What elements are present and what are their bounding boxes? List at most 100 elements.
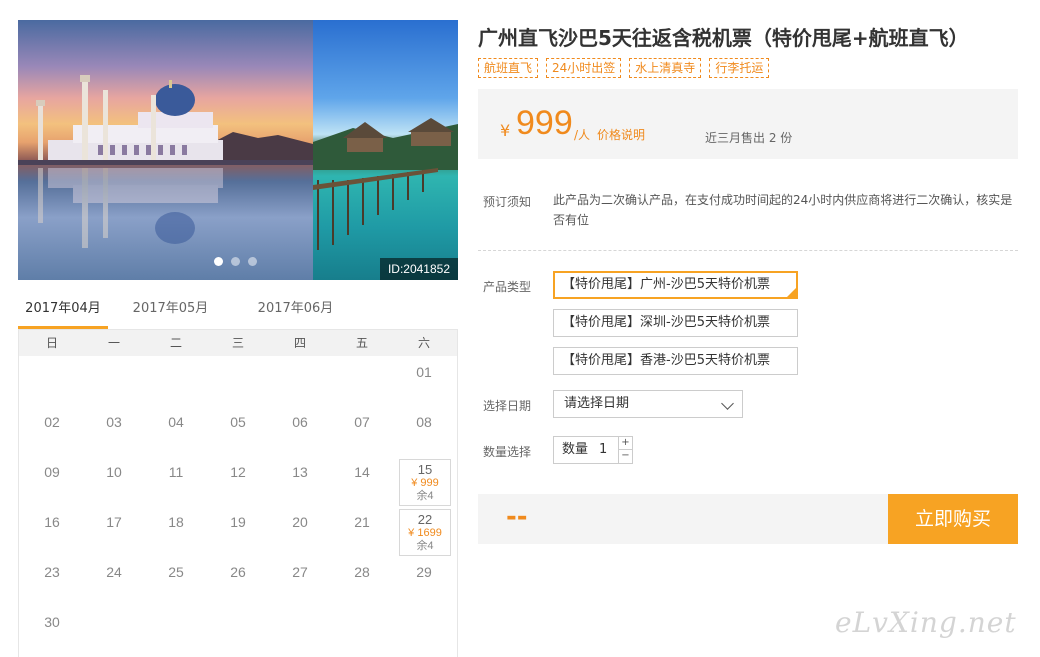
calendar-day: 09 bbox=[21, 456, 83, 506]
calendar-day: 27 bbox=[269, 556, 331, 606]
calendar-day: 13 bbox=[269, 456, 331, 506]
calendar-day-number: 11 bbox=[168, 464, 184, 480]
calendar-day-number: 25 bbox=[168, 564, 184, 580]
date-select-value: 请选择日期 bbox=[564, 396, 630, 411]
price-explanation-link[interactable]: 价格说明 bbox=[597, 126, 645, 143]
product-type-label: 产品类型 bbox=[483, 280, 532, 294]
calendar-day: 21 bbox=[331, 506, 393, 556]
calendar-day: 04 bbox=[145, 406, 207, 456]
calendar-day: 18 bbox=[145, 506, 207, 556]
quantity-value[interactable]: 1 bbox=[599, 437, 607, 463]
calendar-day-number: 28 bbox=[354, 564, 370, 580]
calendar-day-number: 26 bbox=[230, 564, 246, 580]
quantity-field-label: 数量 bbox=[562, 442, 589, 457]
calendar-day: 23 bbox=[21, 556, 83, 606]
calendar-day-number: 29 bbox=[416, 564, 432, 580]
product-tag: 航班直飞 bbox=[478, 58, 539, 78]
calendar-day-price: ¥ 999 bbox=[411, 477, 439, 489]
calendar-day-available[interactable]: 15 ¥ 999 余4 bbox=[399, 459, 451, 506]
gallery-dot-1[interactable] bbox=[214, 257, 223, 266]
price-currency: ¥ bbox=[500, 121, 511, 140]
section-divider bbox=[478, 250, 1018, 251]
calendar-day-number: 13 bbox=[292, 464, 308, 480]
calendar-empty-cell bbox=[21, 356, 83, 406]
product-tag: 水上清真寺 bbox=[629, 58, 702, 78]
calendar-day-number: 02 bbox=[44, 414, 60, 430]
calendar-day: 11 bbox=[145, 456, 207, 506]
month-tabs: 2017年04月 2017年05月 2017年06月 bbox=[18, 296, 458, 329]
calendar-empty-cell bbox=[331, 356, 393, 406]
calendar-day-number: 20 bbox=[292, 514, 308, 530]
product-tag: 行李托运 bbox=[709, 58, 770, 78]
calendar-weekday-header: 日 一 二 三 四 五 六 bbox=[19, 330, 457, 356]
calendar-empty-cell bbox=[269, 606, 331, 656]
weekday-label: 日 bbox=[45, 336, 58, 350]
calendar-day: 29 bbox=[393, 556, 455, 606]
calendar-day-available[interactable]: 22 ¥ 1699 余4 bbox=[399, 509, 451, 556]
calendar-day: 24 bbox=[83, 556, 145, 606]
calendar-day-number: 05 bbox=[230, 414, 246, 430]
product-gallery[interactable]: ID:2041852 bbox=[18, 20, 458, 280]
notice-text: 此产品为二次确认产品，在支付成功时间起的24小时内供应商将进行二次确认，核实是否… bbox=[553, 193, 1013, 227]
calendar-day: 28 bbox=[331, 556, 393, 606]
chevron-down-icon bbox=[721, 397, 734, 410]
purchase-bar: -- 立即购买 bbox=[478, 494, 1018, 544]
quantity-decrease-button[interactable]: − bbox=[618, 450, 632, 463]
calendar-empty-cell bbox=[145, 606, 207, 656]
tab-month-3[interactable]: 2017年06月 bbox=[233, 296, 358, 329]
calendar-empty-cell bbox=[207, 356, 269, 406]
calendar-empty-cell bbox=[393, 606, 455, 656]
weekday-label: 五 bbox=[355, 336, 368, 350]
water-village-illustration bbox=[313, 118, 458, 250]
calendar-day: 01 bbox=[393, 356, 455, 406]
calendar-day-number: 24 bbox=[106, 564, 122, 580]
calendar-day-number: 22 bbox=[417, 512, 433, 527]
calendar-day: 12 bbox=[207, 456, 269, 506]
weekday-label: 四 bbox=[293, 336, 306, 350]
product-type-option-shenzhen[interactable]: 【特价甩尾】深圳-沙巴5天特价机票 bbox=[553, 309, 798, 337]
calendar-day: 05 bbox=[207, 406, 269, 456]
calendar-day-number: 03 bbox=[106, 414, 122, 430]
product-type-option-hongkong[interactable]: 【特价甩尾】香港-沙巴5天特价机票 bbox=[553, 347, 798, 375]
gallery-image-mosque bbox=[18, 20, 313, 280]
date-select-label: 选择日期 bbox=[483, 399, 532, 413]
calendar-day-number: 14 bbox=[354, 464, 370, 480]
calendar-day: 07 bbox=[331, 406, 393, 456]
price-value: 999 bbox=[516, 104, 573, 142]
calendar-empty-cell bbox=[207, 606, 269, 656]
buy-now-button[interactable]: 立即购买 bbox=[888, 494, 1018, 544]
calendar-empty-cell bbox=[269, 356, 331, 406]
calendar-day: 14 bbox=[331, 456, 393, 506]
tab-month-2[interactable]: 2017年05月 bbox=[108, 296, 233, 329]
tab-month-1[interactable]: 2017年04月 bbox=[18, 296, 108, 329]
quantity-stepper[interactable]: 数量 1 + − bbox=[553, 436, 633, 464]
calendar-empty-cell bbox=[83, 606, 145, 656]
calendar-day-number: 01 bbox=[416, 364, 432, 380]
calendar-day-number: 23 bbox=[44, 564, 60, 580]
gallery-dot-2[interactable] bbox=[231, 257, 240, 266]
calendar-day: 25 bbox=[145, 556, 207, 606]
calendar-day: 17 bbox=[83, 506, 145, 556]
calendar-day-number: 17 bbox=[106, 514, 122, 530]
quantity-label: 数量选择 bbox=[483, 445, 532, 459]
calendar-day-number: 15 bbox=[417, 462, 433, 477]
calendar-day-number: 18 bbox=[168, 514, 184, 530]
calendar-days-grid: 01 02 03 04 05 06 07 08 09 10 11 12 13 14 15 ¥ 999 余4 16 1… bbox=[19, 356, 457, 656]
weekday-label: 一 bbox=[107, 336, 120, 350]
sold-count: 近三月售出 2 份 bbox=[705, 131, 793, 145]
product-title: 广州直飞沙巴5天往返含税机票（特价甩尾+航班直飞） bbox=[478, 26, 969, 50]
calendar-day-number: 08 bbox=[416, 414, 432, 430]
gallery-dot-3[interactable] bbox=[248, 257, 257, 266]
quantity-increase-button[interactable]: + bbox=[618, 437, 632, 450]
calendar-day-price: ¥ 1699 bbox=[408, 527, 442, 539]
product-type-option-guangzhou[interactable]: 【特价甩尾】广州-沙巴5天特价机票 bbox=[553, 271, 798, 299]
weekday-label: 六 bbox=[417, 336, 430, 350]
calendar-empty-cell bbox=[83, 356, 145, 406]
gallery-image-water-village bbox=[313, 20, 458, 280]
calendar-day: 30 bbox=[21, 606, 83, 656]
notice-label: 预订须知 bbox=[483, 195, 532, 209]
price-panel: ¥ 999 /人 价格说明 近三月售出 2 份 bbox=[478, 89, 1018, 159]
date-select[interactable]: 请选择日期 bbox=[553, 390, 743, 418]
watermark: eLvXing.net bbox=[835, 606, 1017, 639]
calendar-day-number: 10 bbox=[106, 464, 122, 480]
